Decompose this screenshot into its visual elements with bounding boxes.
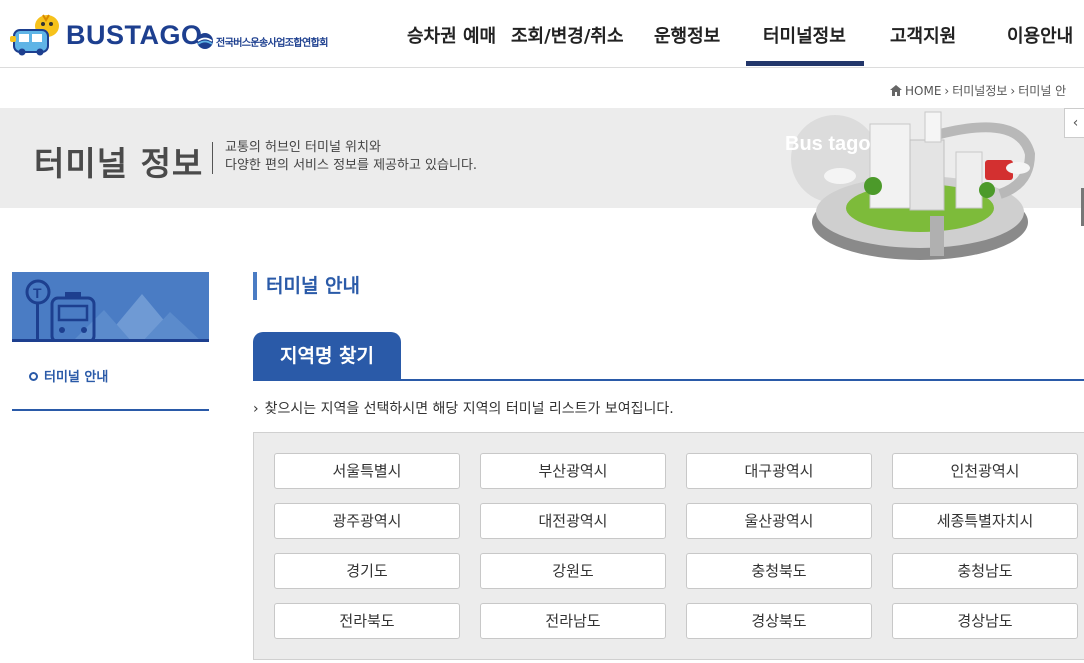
region-button-gyeongnam[interactable]: 경상남도 <box>892 603 1078 639</box>
region-button-chungnam[interactable]: 충청남도 <box>892 553 1078 589</box>
page-title: 터미널 정보 <box>34 144 204 183</box>
nav-item-customer-support[interactable]: 고객지원 <box>890 22 956 48</box>
svg-text:T: T <box>33 285 42 301</box>
region-button-ulsan[interactable]: 울산광역시 <box>686 503 872 539</box>
region-button-grid: 서울특별시 부산광역시 대구광역시 인천광역시 광주광역시 대전광역시 울산광역… <box>253 432 1084 660</box>
region-button-gyeongbuk[interactable]: 경상북도 <box>686 603 872 639</box>
region-button-jeonnam[interactable]: 전라남도 <box>480 603 666 639</box>
chevron-right-icon: › <box>1010 84 1016 98</box>
nav-item-service-info[interactable]: 운행정보 <box>654 22 720 48</box>
page: BUSTAGO 전국버스운송사업조합연합회 승차권 예매 조회/변경/취소 운행… <box>0 0 1084 663</box>
breadcrumb-home[interactable]: HOME <box>905 84 941 98</box>
site-header: BUSTAGO 전국버스운송사업조합연합회 승차권 예매 조회/변경/취소 운행… <box>0 0 1084 68</box>
tab-underline <box>253 379 1084 381</box>
section-title: 터미널 안내 <box>253 272 360 300</box>
chevron-right-icon: › <box>944 84 950 98</box>
chevron-right-icon: › <box>253 401 259 417</box>
bus-stop-illustration: T <box>25 279 202 342</box>
region-button-chungbuk[interactable]: 충청북도 <box>686 553 872 589</box>
region-button-seoul[interactable]: 서울특별시 <box>274 453 460 489</box>
banner-description: 교통의 허브인 터미널 위치와 다양한 편의 서비스 정보를 제공하고 있습니다… <box>225 139 477 175</box>
region-button-daejeon[interactable]: 대전광역시 <box>480 503 666 539</box>
sidebar-item-terminal-guide[interactable]: 터미널 안내 <box>29 366 108 385</box>
region-button-gangwon[interactable]: 강원도 <box>480 553 666 589</box>
sidebar-header-underline <box>12 339 209 342</box>
region-button-gyeonggi[interactable]: 경기도 <box>274 553 460 589</box>
home-icon[interactable] <box>890 85 902 96</box>
region-button-sejong[interactable]: 세종특별자치시 <box>892 503 1078 539</box>
region-hint: › 찾으시는 지역을 선택하시면 해당 지역의 터미널 리스트가 보여집니다. <box>253 398 674 418</box>
banner-desc-line1: 교통의 허브인 터미널 위치와 <box>225 140 381 155</box>
region-button-daegu[interactable]: 대구광역시 <box>686 453 872 489</box>
breadcrumb-terminal-info[interactable]: 터미널정보 <box>952 84 1007 98</box>
region-button-jeonbuk[interactable]: 전라북도 <box>274 603 460 639</box>
nav-item-terminal-info[interactable]: 터미널정보 <box>746 22 864 66</box>
bus-tago-brand: Bus tago <box>785 133 871 155</box>
main-nav: 승차권 예매 조회/변경/취소 운행정보 터미널정보 고객지원 이용안내 <box>0 0 1084 68</box>
region-button-gwangju[interactable]: 광주광역시 <box>274 503 460 539</box>
tab-region-search[interactable]: 지역명 찾기 <box>253 332 401 380</box>
breadcrumb-terminal-guide[interactable]: 터미널 안 <box>1018 84 1066 98</box>
region-button-busan[interactable]: 부산광역시 <box>480 453 666 489</box>
sidebar-item-label: 터미널 안내 <box>44 370 109 385</box>
breadcrumb: HOME › 터미널정보 › 터미널 안 <box>890 82 1069 99</box>
city-illustration <box>791 111 1036 260</box>
region-button-incheon[interactable]: 인천광역시 <box>892 453 1078 489</box>
title-divider <box>212 142 213 174</box>
nav-item-usage-guide[interactable]: 이용안내 <box>1007 22 1073 48</box>
circle-bullet-icon <box>29 372 38 381</box>
banner-desc-line2: 다양한 편의 서비스 정보를 제공하고 있습니다. <box>225 158 478 173</box>
sidebar-header-graphic: T <box>12 272 209 342</box>
nav-item-ticket-booking[interactable]: 승차권 예매 <box>407 22 496 48</box>
sidebar-divider <box>12 409 209 411</box>
region-hint-text: 찾으시는 지역을 선택하시면 해당 지역의 터미널 리스트가 보여집니다. <box>264 401 674 417</box>
nav-item-lookup-change-cancel[interactable]: 조회/변경/취소 <box>511 22 624 48</box>
chevron-left-icon[interactable]: ‹ <box>1064 108 1084 138</box>
